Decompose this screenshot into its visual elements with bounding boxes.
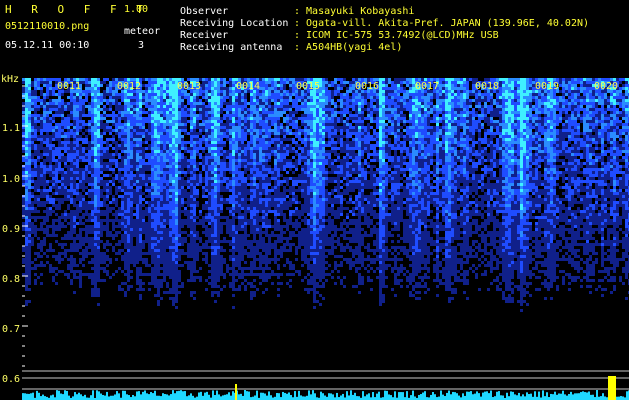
time-label: 0012	[117, 81, 142, 92]
tick-label: 0.6	[2, 374, 21, 385]
meteor-count: 3	[138, 40, 145, 51]
observer-value: : Masayuki Kobayashi	[294, 6, 415, 17]
time-label: 0011	[57, 81, 82, 92]
time-label: 0020	[594, 81, 619, 92]
time-label: 0016	[355, 81, 380, 92]
time-label: 0017	[415, 81, 440, 92]
tick-label: 0.8	[2, 274, 21, 285]
time-label: 0013	[177, 81, 202, 92]
location-label: Receiving Location	[180, 18, 289, 29]
tick-label: 1.0	[2, 174, 21, 185]
tick-label: 1.1	[2, 123, 21, 134]
location-value: : Ogata-vill. Akita-Pref. JAPAN (139.96E…	[294, 18, 590, 29]
file-name: 0512110010.png	[5, 21, 90, 32]
antenna-value: : A504HB(yagi 4el)	[294, 42, 403, 53]
tick-label: 0.7	[2, 324, 21, 335]
time-label: 0018	[475, 81, 500, 92]
receiver-label: Receiver	[180, 30, 229, 41]
meteor-echo-marker	[608, 376, 616, 400]
axis-unit: kHz	[1, 74, 20, 85]
meteor-echo-marker	[235, 384, 237, 400]
observer-label: Observer	[180, 6, 229, 17]
header-panel: H R O F F T 1.00 0512110010.png meteor 3…	[0, 0, 629, 78]
app-version: 1.00	[124, 4, 149, 15]
spectrogram	[22, 78, 629, 400]
time-label: 0014	[236, 81, 261, 92]
time-label: 0019	[535, 81, 560, 92]
receiver-value: : ICOM IC-575 53.7492(@LCD)MHz USB	[294, 30, 499, 41]
date-time: 05.12.11 00:10	[5, 40, 90, 51]
meteor-label: meteor	[124, 26, 161, 37]
tick-label: 0.9	[2, 224, 21, 235]
time-label: 0015	[296, 81, 321, 92]
antenna-label: Receiving antenna	[180, 42, 283, 53]
